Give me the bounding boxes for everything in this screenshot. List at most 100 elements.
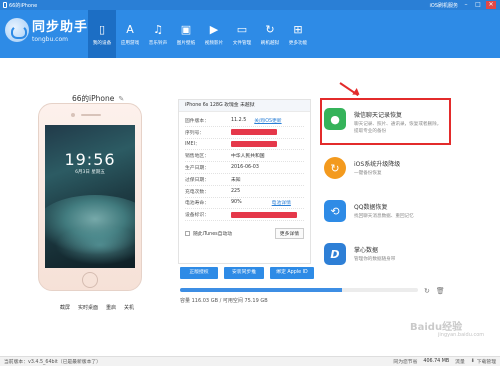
home-button-icon <box>82 272 98 288</box>
info-key: 生产日期： <box>185 166 209 172</box>
wallpaper-wave <box>55 225 135 265</box>
info-value: 2016-06-03 <box>231 165 259 171</box>
tool-title: QQ数据恢复 <box>354 204 388 211</box>
tool-wechat-recovery[interactable]: ● 微信聊天记录恢复 聊天记录、照片、通讯录，恢复或者删除，提取专业的备份 <box>324 108 444 135</box>
watermark-logo: Baidu经验 <box>410 322 463 333</box>
redacted-value <box>231 129 277 136</box>
nav-my-device[interactable]: ▯ 我的设备 <box>88 10 116 58</box>
info-key: 充电次数： <box>185 189 209 195</box>
tool-title: iOS系统升级降级 <box>354 161 401 168</box>
music-icon: ♫ <box>153 22 163 36</box>
trash-icon[interactable]: 🗑 <box>436 287 445 295</box>
authorize-button[interactable]: 正版授权 <box>180 267 218 279</box>
folder-icon: ▭ <box>236 22 248 36</box>
phone-preview: 19:56 6月3日 星期五 <box>38 103 142 291</box>
service-link[interactable]: iOS刷机服务 <box>430 2 459 9</box>
nav-apps[interactable]: A 应用游戏 <box>116 10 144 58</box>
nav-images[interactable]: ▣ 图片壁纸 <box>172 10 200 58</box>
edit-icon[interactable]: ✎ <box>118 95 124 103</box>
tool-palm-data[interactable]: D 掌心数据 管理你的数据随身带 <box>324 243 444 265</box>
app-window: 66的iPhone iOS刷机服务 – □ ✕ 同步助手 tongbu.com … <box>0 0 500 366</box>
phone-icon: ▯ <box>98 22 106 36</box>
download-manager-button[interactable]: ⬇ 下载管理 <box>471 358 496 365</box>
main-nav: ▯ 我的设备 A 应用游戏 ♫ 音乐铃声 ▣ 图片壁纸 ▶ 视频影片 ▭ 文件管… <box>88 10 312 58</box>
info-row: 电池寿命： 90% 电池详情 <box>185 198 304 210</box>
brand-logo: 同步助手 tongbu.com <box>5 16 88 43</box>
nav-video[interactable]: ▶ 视频影片 <box>200 10 228 58</box>
live-desktop-button[interactable]: 实时桌面 <box>78 304 98 311</box>
video-icon: ▶ <box>209 22 219 36</box>
phone-screen: 19:56 6月3日 星期五 <box>45 125 135 268</box>
refresh-icon[interactable]: ↻ <box>424 287 430 295</box>
lock-screen-date: 6月3日 星期五 <box>75 170 105 175</box>
nav-label: 更多功能 <box>288 40 308 46</box>
info-key: 过保日期： <box>185 177 209 183</box>
redacted-value <box>231 140 277 147</box>
shutdown-button[interactable]: 关机 <box>124 304 134 311</box>
nav-label: 应用游戏 <box>120 40 140 46</box>
storage-tools: ↻ 🗑 <box>424 287 445 295</box>
info-value: 11.2.5 <box>231 117 247 123</box>
saved-label: 同为您节省 <box>393 360 418 365</box>
info-row: 固件版本： 11.2.5 关闭iOS更新 <box>185 115 304 127</box>
info-key: 设备标识： <box>185 213 209 219</box>
info-row: 销售地区： 中华人民共和国 <box>185 150 304 163</box>
device-tab[interactable]: 66的iPhone <box>0 2 60 9</box>
info-key: IMEI： <box>185 142 200 148</box>
nav-music[interactable]: ♫ 音乐铃声 <box>144 10 172 58</box>
grid-icon: ⊞ <box>293 22 303 36</box>
brand-name: 同步助手 <box>32 20 89 35</box>
tool-ios-upgrade[interactable]: ↻ iOS系统升级降级 一键备份恢复 <box>324 157 444 179</box>
brand-d-icon: D <box>324 243 346 265</box>
sync-checkbox[interactable] <box>185 231 190 237</box>
storage-bar <box>180 288 418 292</box>
appstore-icon: A <box>126 22 134 36</box>
nav-more[interactable]: ⊞ 更多功能 <box>284 10 312 58</box>
device-action-buttons: 正版授权 安装同步推 绑定 Apple ID <box>180 267 314 279</box>
saved-value: 406.74 MB <box>423 359 450 364</box>
info-value: 中华人民共和国 <box>231 154 265 160</box>
info-key: 固件版本： <box>185 118 209 124</box>
watermark-url: jingyan.baidu.com <box>438 332 485 338</box>
recover-icon: ⟲ <box>324 200 346 222</box>
annotation-arrow-head <box>352 88 362 98</box>
info-key: 电池寿命： <box>185 201 209 207</box>
info-row: 序列号： <box>185 127 304 139</box>
download-label: 下载管理 <box>476 360 496 365</box>
bind-apple-id-button[interactable]: 绑定 Apple ID <box>270 267 314 279</box>
info-key: 销售地区： <box>185 154 209 160</box>
phone-icon <box>3 2 7 8</box>
nav-flash[interactable]: ↻ 刷机越狱 <box>256 10 284 58</box>
wechat-icon: ● <box>324 108 346 130</box>
brand-url: tongbu.com <box>32 36 68 43</box>
storage-label: 容量 <box>180 298 191 304</box>
info-row: IMEI： <box>185 139 304 151</box>
info-row: 过保日期： 未知 <box>185 174 304 186</box>
nav-files[interactable]: ▭ 文件管理 <box>228 10 256 58</box>
storage-used: 116.03 GB / 可用空间 <box>191 298 243 304</box>
info-value: 225 <box>231 188 241 194</box>
info-value: 90% <box>231 200 242 206</box>
close-button[interactable]: ✕ <box>486 1 496 9</box>
info-row: 设备标识： <box>185 209 304 222</box>
battery-detail-link[interactable]: 电池详情 <box>272 199 291 206</box>
maximize-button[interactable]: □ <box>474 1 482 9</box>
minimize-button[interactable]: – <box>462 1 470 9</box>
more-details-button[interactable]: 更多详情 <box>274 228 304 240</box>
tool-qq-recovery[interactable]: ⟲ QQ数据恢复 找回聊天消息数据、重回记忆 <box>324 200 444 222</box>
sync-label: 随此iTunes自动动 <box>193 232 233 238</box>
restart-button[interactable]: 重启 <box>106 304 116 311</box>
device-info-card: iPhone 6s 128G 玫瑰金 未越狱 固件版本： 11.2.5 关闭iO… <box>178 99 311 264</box>
nav-label: 刷机越狱 <box>260 40 280 46</box>
screenshot-button[interactable]: 截屏 <box>60 304 70 311</box>
nav-label: 音乐铃声 <box>148 40 168 46</box>
logo-icon <box>5 17 29 42</box>
tool-title: 微信聊天记录恢复 <box>354 112 403 119</box>
redacted-value <box>231 211 297 218</box>
download-icon: ⬇ <box>470 359 475 364</box>
tool-desc: 聊天记录、照片、通讯录，恢复或者删除，提取专业的备份 <box>354 122 442 134</box>
disable-update-link[interactable]: 关闭iOS更新 <box>254 117 281 124</box>
tool-desc: 一键备份恢复 <box>354 171 382 176</box>
image-icon: ▣ <box>180 22 192 36</box>
install-sync-button[interactable]: 安装同步推 <box>224 267 264 279</box>
